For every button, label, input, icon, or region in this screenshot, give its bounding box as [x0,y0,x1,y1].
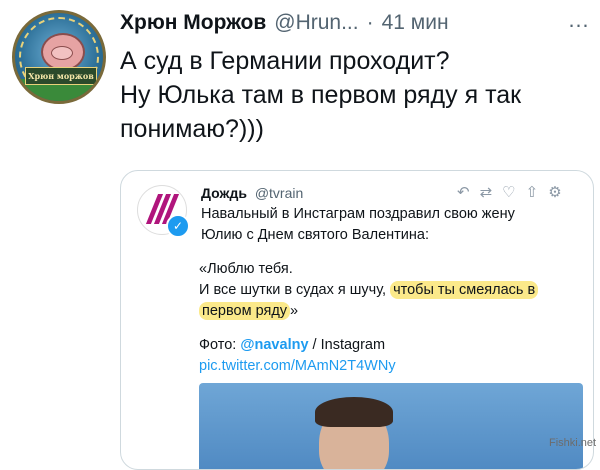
quoted-body: Навальный в Инстаграм поздравил свою жен… [201,204,581,246]
tweet-header: Хрюн Моржов @Hrun... · 41 мин [120,10,449,36]
author-handle[interactable]: @Hrun... [274,11,358,35]
avatar-banner: Хрюн моржов [25,67,97,85]
highlighted-text: первом ряду [199,302,291,320]
quoted-photo[interactable] [199,383,583,469]
quote-plain-text: И все шутки в судах я шучу, [199,282,391,298]
like-icon[interactable]: ♡ [502,183,515,201]
watermark: Fishki.net [549,437,597,449]
quoted-body-line: Навальный в Инстаграм поздравил свою жен… [201,206,515,222]
photo-label: Фото: [199,337,241,353]
share-icon[interactable]: ⇧ [526,183,539,201]
navalny-link[interactable]: @navalny [240,337,308,353]
author-name[interactable]: Хрюн Моржов [120,11,266,35]
pic-link[interactable]: pic.twitter.com/MAmN2T4WNy [199,356,396,377]
quoted-quote: «Люблю тебя. И все шутки в судах я шучу,… [199,259,589,322]
quoted-actions: ↶ ⇄ ♡ ⇧ ⚙ [457,183,562,201]
pig-snout [51,46,73,60]
more-options-icon[interactable]: … [566,7,592,32]
reply-icon[interactable]: ↶ [457,183,470,201]
retweet-icon[interactable]: ⇄ [480,183,493,201]
verified-badge-icon: ✓ [166,214,190,238]
separator-dot: · [366,11,374,34]
tweet-text-line: понимаю?))) [120,115,264,143]
highlighted-text: чтобы ты смеялась в [390,281,539,299]
photo-person-hair [315,397,393,427]
quote-line: И все шутки в судах я шучу, чтобы ты сме… [199,280,589,301]
photo-credit: Фото: @navalny / Instagram [199,335,385,356]
quote-close: » [290,303,299,319]
tweet-text-line: А суд в Германии проходит? [120,47,450,75]
tvrain-avatar[interactable]: ✓ [137,185,190,238]
quoted-header: Дождь @tvrain [201,185,303,201]
photo-source: / Instagram [308,337,386,353]
quoted-tweet-card[interactable]: ✓ Дождь @tvrain ↶ ⇄ ♡ ⇧ ⚙ Навальный в Ин… [120,170,594,470]
tweet-time[interactable]: 41 мин [382,11,449,35]
quoted-author-name[interactable]: Дождь [201,185,247,201]
tweet-text: А суд в Германии проходит? Ну Юлька там … [120,44,590,146]
tweet-text-line: Ну Юлька там в первом ряду я так [120,81,522,109]
quote-line: «Люблю тебя. [199,261,293,277]
quoted-body-line: Юлию с Днем святого Валентина: [201,227,429,243]
quoted-author-handle[interactable]: @tvrain [255,185,303,201]
settings-icon[interactable]: ⚙ [548,183,561,201]
quote-line: первом ряду» [199,301,589,322]
profile-avatar[interactable]: Хрюн моржов [12,10,106,104]
